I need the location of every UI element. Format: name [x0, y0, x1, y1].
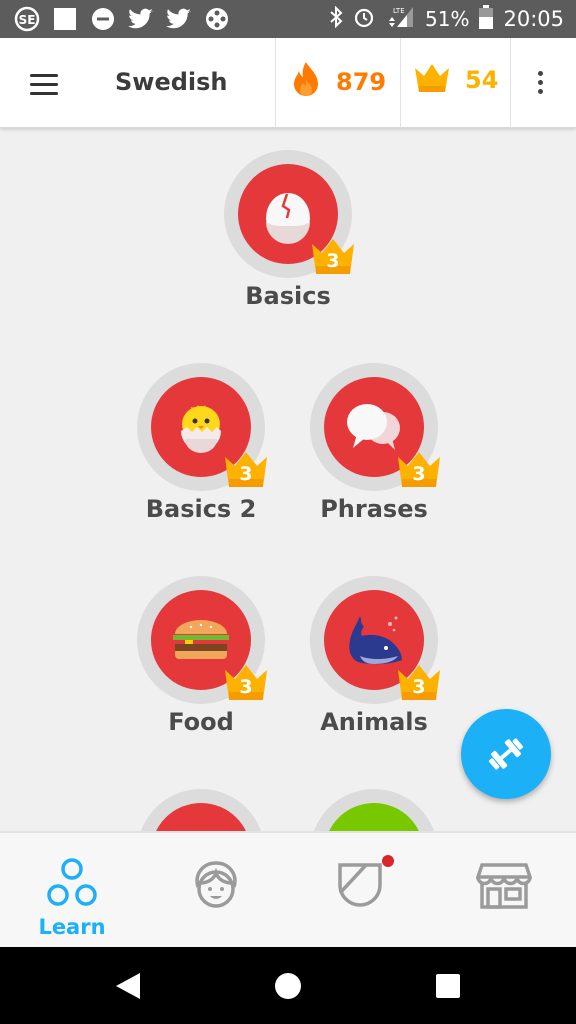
- skill-next-right[interactable]: [310, 789, 438, 831]
- shop-icon: [476, 863, 532, 909]
- battery-icon: [479, 4, 494, 34]
- skill-label: Basics: [245, 282, 331, 310]
- chick-icon: [181, 405, 221, 453]
- crown-level: 3: [412, 676, 426, 698]
- skill-crown-badge: 3: [396, 449, 442, 491]
- divider: [400, 38, 401, 128]
- system-navigation-bar: [0, 947, 576, 1024]
- top-app-bar: Swedish 879 54: [0, 38, 576, 128]
- profile-face-icon: [195, 861, 237, 908]
- divider: [510, 38, 511, 128]
- app-notification-icon: SE: [14, 6, 40, 32]
- network-type-label: LTE: [393, 7, 405, 15]
- crown-level: 3: [239, 676, 253, 698]
- more-options-icon[interactable]: [532, 68, 548, 102]
- svg-text:SE: SE: [19, 13, 36, 27]
- alarm-icon: [353, 6, 375, 33]
- do-not-disturb-icon: [90, 6, 116, 32]
- square-notification-icon: [52, 6, 78, 32]
- signal-icon: LTE: [385, 5, 415, 34]
- notification-dot: [382, 855, 394, 867]
- twitter-icon: [128, 6, 154, 32]
- course-selector[interactable]: Swedish: [115, 68, 228, 96]
- clock: 20:05: [503, 7, 564, 31]
- skill-crown-badge: 3: [396, 662, 442, 704]
- bottom-navigation: Learn: [0, 831, 576, 947]
- streak-count: 879: [336, 68, 387, 96]
- tab-learn[interactable]: Learn: [0, 833, 144, 949]
- tab-leagues[interactable]: [288, 833, 432, 949]
- skill-crown-badge: 3: [310, 236, 356, 278]
- dumbbell-icon: [488, 738, 524, 770]
- notification-icons: SE: [14, 6, 230, 32]
- egg-icon: [266, 193, 310, 244]
- system-status: LTE 51% 20:05: [329, 0, 564, 38]
- home-icon[interactable]: [274, 972, 302, 1000]
- twitter-icon: [166, 6, 192, 32]
- crown-level: 3: [326, 250, 340, 272]
- skill-label: Basics 2: [145, 495, 257, 523]
- battery-percent: 51%: [425, 7, 470, 31]
- bluetooth-icon: [329, 5, 343, 33]
- shield-icon: [338, 863, 382, 907]
- divider: [275, 38, 276, 128]
- crown-level: 3: [412, 463, 426, 485]
- skill-crown-badge: 3: [223, 449, 269, 491]
- burger-icon: [173, 620, 229, 659]
- streak-counter[interactable]: 879: [290, 60, 386, 104]
- tab-shop[interactable]: [432, 833, 576, 949]
- skill-label: Food: [168, 708, 234, 736]
- tab-profile[interactable]: [144, 833, 288, 949]
- skill-label: Animals: [320, 708, 428, 736]
- skill-next-left[interactable]: [137, 789, 265, 831]
- skill-button[interactable]: [324, 803, 424, 831]
- speech-bubbles-icon: [347, 404, 400, 450]
- learn-circles-icon: [47, 858, 97, 906]
- back-icon[interactable]: [114, 971, 142, 1001]
- skill-label: Phrases: [320, 495, 428, 523]
- recents-icon[interactable]: [436, 974, 460, 998]
- film-reel-icon: [204, 6, 230, 32]
- status-bar: SE LTE 51% 20:05: [0, 0, 576, 38]
- whale-icon: [349, 616, 402, 665]
- crowns-counter[interactable]: 54: [413, 60, 498, 100]
- skill-button[interactable]: [151, 803, 251, 831]
- flame-icon: [290, 60, 322, 104]
- tab-learn-label: Learn: [38, 915, 106, 939]
- crowns-count: 54: [465, 66, 499, 94]
- crown-icon: [413, 60, 451, 100]
- hamburger-menu-icon[interactable]: [26, 68, 62, 98]
- crown-level: 3: [239, 463, 253, 485]
- skill-crown-badge: 3: [223, 662, 269, 704]
- practice-button[interactable]: [461, 709, 551, 799]
